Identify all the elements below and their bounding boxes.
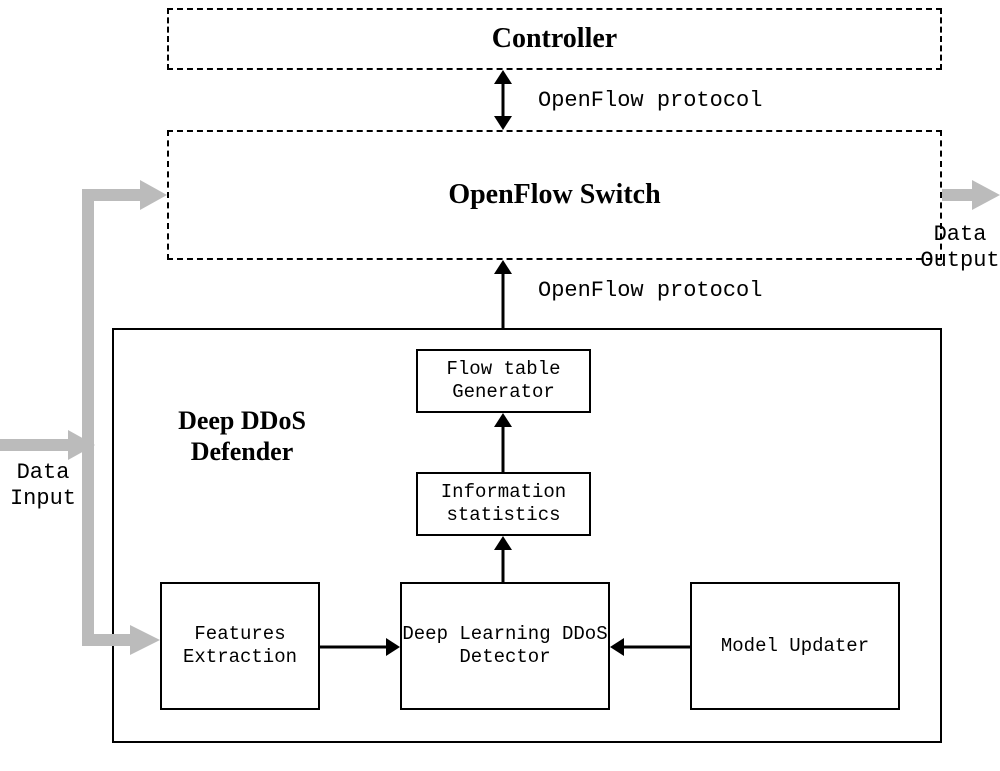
arrow-updater-to-detector [610,632,690,662]
data-input-flow [0,175,170,655]
openflow-switch-label: OpenFlow Switch [448,179,660,211]
arrow-features-to-detector [320,632,400,662]
data-input-label: Data Input [8,460,78,513]
arrow-defender-switch [488,260,518,330]
data-output-arrow [942,180,1000,210]
arrow-controller-switch [488,70,518,130]
data-output-label: Data Output [920,222,1000,275]
openflow-protocol-label-top: OpenFlow protocol [538,88,762,113]
information-statistics-box: Information statistics [416,472,591,536]
controller-label: Controller [492,23,617,55]
arrow-stats-to-flowtable [488,413,518,473]
features-extraction-label: Features Extraction [162,623,318,669]
ddos-detector-box: Deep Learning DDoS Detector [400,582,610,710]
model-updater-box: Model Updater [690,582,900,710]
openflow-switch-box: OpenFlow Switch [167,130,942,260]
ddos-detector-label: Deep Learning DDoS Detector [402,623,608,669]
defender-title-text: Deep DDoS Defender [178,406,306,466]
data-output-text: Data Output [920,222,999,273]
flow-table-generator-box: Flow table Generator [416,349,591,413]
information-statistics-label: Information statistics [418,481,589,527]
defender-title: Deep DDoS Defender [142,405,342,467]
arrow-detector-to-stats [488,536,518,584]
openflow-protocol-label-mid: OpenFlow protocol [538,278,762,303]
flow-table-generator-label: Flow table Generator [418,358,589,404]
model-updater-label: Model Updater [721,635,869,658]
features-extraction-box: Features Extraction [160,582,320,710]
controller-box: Controller [167,8,942,70]
data-input-text: Data Input [10,460,76,511]
